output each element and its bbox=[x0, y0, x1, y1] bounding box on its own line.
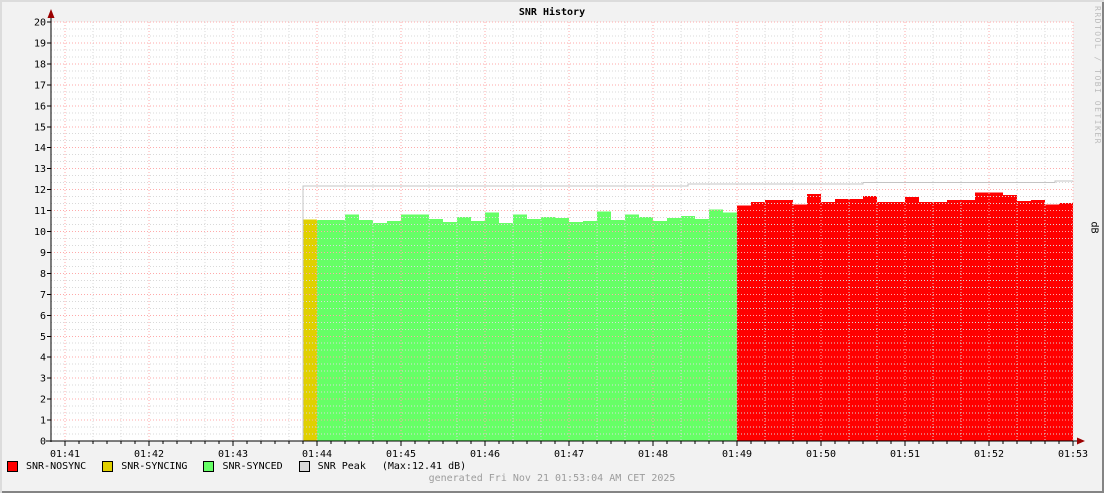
svg-text:13: 13 bbox=[34, 164, 46, 175]
legend-item-peak: SNR Peak bbox=[299, 461, 366, 472]
svg-text:8: 8 bbox=[40, 269, 46, 280]
svg-text:1: 1 bbox=[40, 416, 46, 427]
legend-label-synced: SNR-SYNCED bbox=[222, 461, 282, 472]
rrdtool-watermark: RRDTOOL / TOBI OETIKER bbox=[1093, 6, 1102, 145]
svg-text:0: 0 bbox=[40, 437, 46, 448]
svg-text:01:51: 01:51 bbox=[890, 449, 920, 460]
chart-canvas: 0123456789101112131415161718192001:4101:… bbox=[0, 0, 1104, 460]
svg-text:15: 15 bbox=[34, 122, 46, 133]
svg-text:7: 7 bbox=[40, 290, 46, 301]
legend-label-peak: SNR Peak bbox=[318, 461, 366, 472]
svg-text:11: 11 bbox=[34, 206, 46, 217]
generated-timestamp: generated Fri Nov 21 01:53:04 AM CET 202… bbox=[0, 473, 1104, 484]
svg-text:2: 2 bbox=[40, 395, 46, 406]
svg-text:5: 5 bbox=[40, 332, 46, 343]
legend-swatch-synced bbox=[203, 461, 214, 472]
bars-layer bbox=[303, 193, 1073, 441]
svg-text:16: 16 bbox=[34, 101, 46, 112]
svg-text:19: 19 bbox=[34, 38, 46, 49]
svg-text:01:48: 01:48 bbox=[638, 449, 668, 460]
y-axis-labels: 01234567891011121314151617181920 bbox=[34, 18, 46, 448]
svg-text:01:42: 01:42 bbox=[134, 449, 164, 460]
svg-text:01:52: 01:52 bbox=[974, 449, 1004, 460]
right-axis-unit-label: dB bbox=[1088, 221, 1099, 233]
legend-swatch-nosync bbox=[7, 461, 18, 472]
svg-text:3: 3 bbox=[40, 374, 46, 385]
svg-text:9: 9 bbox=[40, 248, 46, 259]
svg-text:01:47: 01:47 bbox=[554, 449, 584, 460]
svg-text:6: 6 bbox=[40, 311, 46, 322]
svg-text:01:44: 01:44 bbox=[302, 449, 332, 460]
svg-text:01:43: 01:43 bbox=[218, 449, 248, 460]
svg-text:12: 12 bbox=[34, 185, 46, 196]
rrd-graph: SNR History 0123456789101112131415161718… bbox=[0, 0, 1104, 493]
svg-text:18: 18 bbox=[34, 59, 46, 70]
legend-item-nosync: SNR-NOSYNC bbox=[7, 461, 86, 472]
svg-text:14: 14 bbox=[34, 143, 46, 154]
legend-max-label: (Max:12.41 dB) bbox=[382, 461, 466, 472]
legend-swatch-peak bbox=[299, 461, 310, 472]
legend-item-syncing: SNR-SYNCING bbox=[102, 461, 187, 472]
svg-text:01:45: 01:45 bbox=[386, 449, 416, 460]
legend-swatch-syncing bbox=[102, 461, 113, 472]
legend: SNR-NOSYNC SNR-SYNCING SNR-SYNCED SNR Pe… bbox=[7, 460, 466, 473]
legend-label-nosync: SNR-NOSYNC bbox=[26, 461, 86, 472]
svg-text:20: 20 bbox=[34, 18, 46, 29]
legend-label-syncing: SNR-SYNCING bbox=[121, 461, 187, 472]
x-axis-labels: 01:41 01:42 01:43 01:44 01:45 01:46 01:47 01:48… bbox=[50, 449, 1088, 460]
svg-text:17: 17 bbox=[34, 80, 46, 91]
legend-item-synced: SNR-SYNCED bbox=[203, 461, 282, 472]
svg-text:01:46: 01:46 bbox=[470, 449, 500, 460]
svg-text:4: 4 bbox=[40, 353, 46, 364]
svg-text:01:53: 01:53 bbox=[1058, 449, 1088, 460]
svg-text:01:41: 01:41 bbox=[50, 449, 80, 460]
svg-text:01:49: 01:49 bbox=[722, 449, 752, 460]
svg-text:01:50: 01:50 bbox=[806, 449, 836, 460]
svg-text:10: 10 bbox=[34, 227, 46, 238]
